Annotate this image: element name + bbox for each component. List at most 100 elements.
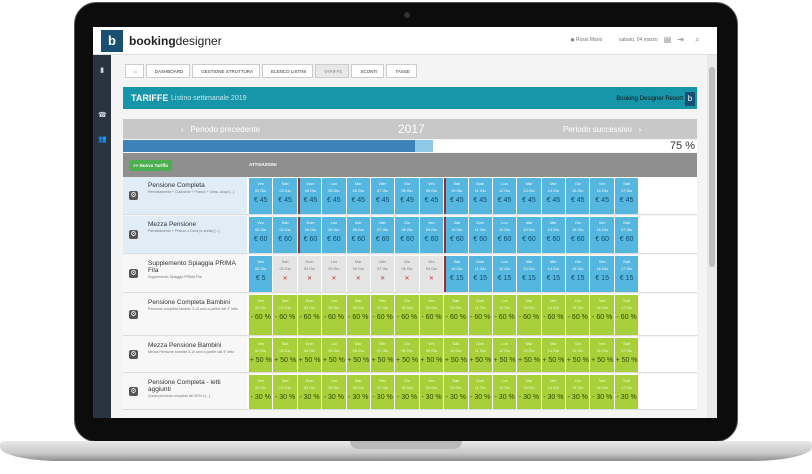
document-icon[interactable]: ▤ [663,35,672,44]
day-cell[interactable]: Ven 09 Giu - 30 % [419,375,444,409]
day-cell[interactable]: Ven 09 Giu ✕ [419,256,444,292]
day-cell[interactable]: Sab 10 Giu € 15 [444,256,468,292]
day-cell[interactable]: Lun 05 Giu - 60 % [322,295,346,335]
day-cell[interactable]: Dom 04 Giu € 45 [297,178,322,214]
day-cell[interactable]: Gio 08 Giu + 50 % [395,338,419,372]
book-icon[interactable]: ▮ [98,67,106,75]
breadcrumb-home-icon[interactable]: ⌂ [125,64,144,78]
breadcrumb-gestione-struttura[interactable]: Gestione struttura [192,64,260,78]
day-cell[interactable]: Lun 05 Giu + 50 % [322,338,346,372]
users-icon[interactable]: 👥 [98,136,107,144]
day-cell[interactable]: Dom 04 Giu ✕ [297,256,322,292]
day-cell[interactable]: Lun 12 Giu + 50 % [492,338,517,372]
day-cell[interactable]: Ven 09 Giu € 45 [419,178,444,214]
day-cell[interactable]: Gio 08 Giu - 60 % [395,295,419,335]
day-cell[interactable]: Dom 11 Giu + 50 % [468,338,492,372]
day-cell[interactable]: Sab 17 Giu € 45 [614,178,639,214]
day-cell[interactable]: Sab 10 Giu € 60 [444,217,468,253]
tariff-name[interactable]: Pensione Completa [148,182,243,189]
gear-icon[interactable]: ⚙ [129,230,138,239]
day-cell[interactable]: Mer 07 Giu - 30 % [370,375,395,409]
new-tariff-button[interactable]: >> Nuova Tariffa [129,160,172,171]
day-cell[interactable]: Mar 13 Giu - 60 % [517,295,541,335]
tariff-name[interactable]: Mezza Pensione Bambini [148,342,243,349]
tariff-name[interactable]: Pensione Completa - letti aggiunti [148,379,243,393]
day-cell[interactable]: Sab 17 Giu € 60 [614,217,639,253]
breadcrumb-sconti[interactable]: Sconti [351,64,385,78]
day-cell[interactable]: Lun 05 Giu € 60 [322,217,346,253]
breadcrumb-tasse[interactable]: Tasse [386,64,417,78]
day-cell[interactable]: Gio 15 Giu + 50 % [566,338,590,372]
day-cell[interactable]: Dom 11 Giu - 60 % [468,295,492,335]
day-cell[interactable]: Dom 11 Giu € 60 [468,217,492,253]
day-cell[interactable]: Ven 16 Giu + 50 % [590,338,614,372]
gear-icon[interactable]: ⚙ [129,269,138,278]
day-cell[interactable]: Lun 12 Giu € 45 [492,178,517,214]
day-cell[interactable]: Mar 13 Giu € 45 [517,178,541,214]
breadcrumb-dashboard[interactable]: Dashboard [145,64,191,78]
day-cell[interactable]: Ven 16 Giu € 45 [590,178,614,214]
day-cell[interactable]: Mer 07 Giu ✕ [370,256,395,292]
day-cell[interactable]: Lun 05 Giu € 45 [322,178,346,214]
day-cell[interactable]: Gio 15 Giu € 15 [566,256,590,292]
day-cell[interactable]: Sab 10 Giu € 45 [444,178,468,214]
day-cell[interactable]: Ven 16 Giu € 60 [590,217,614,253]
day-cell[interactable]: Mar 06 Giu + 50 % [346,338,370,372]
day-cell[interactable]: Ven 02 Giu € 45 [249,178,273,214]
previous-period-link[interactable]: ‹ Periodo precedente [181,125,260,134]
day-cell[interactable]: Mer 14 Giu - 60 % [541,295,566,335]
day-cell[interactable]: Gio 08 Giu € 45 [395,178,419,214]
next-period-link[interactable]: Periodo successivo › [563,125,641,134]
day-cell[interactable]: Dom 04 Giu - 60 % [297,295,322,335]
day-cell[interactable]: Sab 10 Giu + 50 % [444,338,468,372]
day-cell[interactable]: Sab 17 Giu - 30 % [614,375,639,409]
user-name[interactable]: Rossi Mario [576,37,602,43]
day-cell[interactable]: Lun 05 Giu ✕ [322,256,346,292]
logout-icon[interactable]: ⇥ [676,35,685,44]
day-cell[interactable]: Sab 03 Giu € 60 [273,217,297,253]
search-icon[interactable]: ⌕ [693,35,702,44]
day-cell[interactable]: Sab 17 Giu € 15 [614,256,639,292]
scrollbar-thumb[interactable] [709,67,715,267]
day-cell[interactable]: Mer 07 Giu € 45 [370,178,395,214]
tariff-name[interactable]: Pensione Completa Bambini [148,299,243,306]
day-cell[interactable]: Ven 02 Giu € 5 [249,256,273,292]
day-cell[interactable]: Sab 10 Giu - 30 % [444,375,468,409]
gear-icon[interactable]: ⚙ [129,191,138,200]
day-cell[interactable]: Ven 16 Giu - 30 % [590,375,614,409]
day-cell[interactable]: Mar 06 Giu - 30 % [346,375,370,409]
day-cell[interactable]: Dom 04 Giu € 60 [297,217,322,253]
day-cell[interactable]: Sab 03 Giu + 50 % [273,338,297,372]
day-cell[interactable]: Mer 07 Giu - 60 % [370,295,395,335]
day-cell[interactable]: Mer 14 Giu + 50 % [541,338,566,372]
day-cell[interactable]: Dom 11 Giu - 30 % [468,375,492,409]
day-cell[interactable]: Sab 10 Giu - 60 % [444,295,468,335]
day-cell[interactable]: Mar 06 Giu € 60 [346,217,370,253]
gear-icon[interactable]: ⚙ [129,387,138,396]
day-cell[interactable]: Gio 08 Giu - 30 % [395,375,419,409]
gear-icon[interactable]: ⚙ [129,310,138,319]
day-cell[interactable]: Sab 17 Giu - 60 % [614,295,639,335]
day-cell[interactable]: Gio 08 Giu ✕ [395,256,419,292]
day-cell[interactable]: Mar 13 Giu € 60 [517,217,541,253]
phone-icon[interactable]: ☎ [98,112,107,120]
day-cell[interactable]: Ven 09 Giu + 50 % [419,338,444,372]
day-cell[interactable]: Dom 04 Giu - 30 % [297,375,322,409]
day-cell[interactable]: Sab 03 Giu ✕ [273,256,297,292]
day-cell[interactable]: Sab 17 Giu + 50 % [614,338,639,372]
day-cell[interactable]: Mer 14 Giu € 15 [541,256,566,292]
day-cell[interactable]: Dom 11 Giu € 45 [468,178,492,214]
day-cell[interactable]: Ven 02 Giu € 60 [249,217,273,253]
day-cell[interactable]: Sab 03 Giu € 45 [273,178,297,214]
day-cell[interactable]: Gio 15 Giu € 60 [566,217,590,253]
day-cell[interactable]: Ven 02 Giu - 30 % [249,375,273,409]
day-cell[interactable]: Gio 08 Giu € 60 [395,217,419,253]
day-cell[interactable]: Lun 05 Giu - 30 % [322,375,346,409]
day-cell[interactable]: Ven 02 Giu - 60 % [249,295,273,335]
day-cell[interactable]: Mer 14 Giu € 45 [541,178,566,214]
day-cell[interactable]: Lun 12 Giu € 15 [492,256,517,292]
day-cell[interactable]: Mar 06 Giu € 45 [346,178,370,214]
day-cell[interactable]: Ven 09 Giu € 60 [419,217,444,253]
day-cell[interactable]: Lun 12 Giu - 60 % [492,295,517,335]
day-cell[interactable]: Ven 16 Giu - 60 % [590,295,614,335]
